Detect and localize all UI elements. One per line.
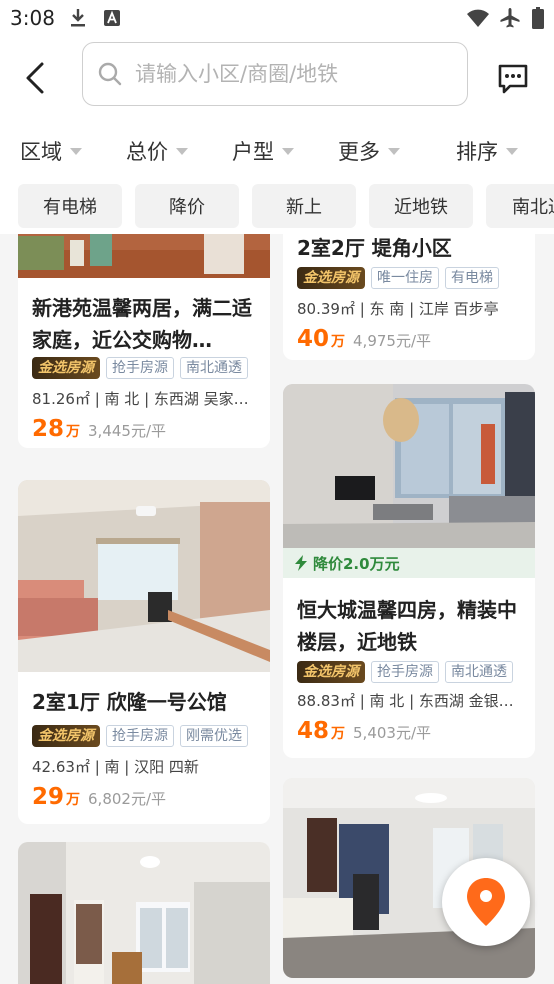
chat-icon [498, 64, 528, 94]
caret-down-icon [388, 147, 400, 155]
caret-down-icon [70, 147, 82, 155]
caret-down-icon [506, 147, 518, 155]
gold-badge: 金选房源 [297, 267, 365, 289]
listing-title: 恒大城温馨四房，精装中楼层，近地铁 [297, 598, 517, 654]
listing-card[interactable]: 2室2厅 堤角小区 金选房源 唯一住房 有电梯 80.39㎡ | 东 南 | 江… [283, 234, 535, 360]
search-bar[interactable] [82, 42, 468, 106]
listing-photo [18, 842, 270, 984]
listing-info: 88.83㎡ | 南 北 | 东西湖 金银… [297, 692, 514, 710]
search-input[interactable] [133, 61, 437, 87]
tag-north-south[interactable]: 南北通透 [486, 184, 554, 228]
listing-tag: 唯一住房 [371, 267, 439, 289]
listing-title: 2室2厅 堤角小区 [297, 236, 452, 260]
download-icon [68, 8, 88, 28]
tag-new[interactable]: 新上 [252, 184, 356, 228]
gold-badge: 金选房源 [297, 661, 365, 683]
filter-area[interactable]: 区域 [20, 136, 82, 166]
message-button[interactable] [496, 62, 530, 96]
filter-more[interactable]: 更多 [338, 136, 400, 166]
status-time: 3:08 [10, 6, 55, 30]
chevron-left-icon [26, 62, 44, 94]
caret-down-icon [282, 147, 294, 155]
listing-photo [18, 480, 270, 672]
filter-sort[interactable]: 排序 [456, 136, 518, 166]
gold-badge: 金选房源 [32, 725, 100, 747]
listing-photo [18, 234, 270, 278]
listing-info: 42.63㎡ | 南 | 汉阳 四新 [32, 758, 199, 776]
search-icon [98, 62, 122, 86]
listing-tag: 刚需优选 [180, 725, 248, 747]
listing-info: 81.26㎡ | 南 北 | 东西湖 吴家… [32, 390, 249, 408]
listing-title: 新港苑温馨两居，满二适家庭，近公交购物… [32, 296, 252, 352]
back-button[interactable] [18, 58, 54, 98]
status-bar: 3:08 [0, 0, 554, 36]
listing-tag: 南北通透 [445, 661, 513, 683]
tag-elevator[interactable]: 有电梯 [18, 184, 122, 228]
map-view-button[interactable] [442, 858, 530, 946]
unit-price: 5,403元/平 [353, 724, 432, 742]
listing-tag: 抢手房源 [106, 725, 174, 747]
listing-badges: 金选房源 抢手房源 南北通透 [297, 660, 513, 684]
listing-photo [283, 384, 535, 548]
price-cut-text: 降价2.0万元 [313, 554, 400, 573]
listing-info: 80.39㎡ | 东 南 | 江岸 百步亭 [297, 300, 499, 318]
listing-card[interactable]: 新港苑温馨两居，满二适家庭，近公交购物… 金选房源 抢手房源 南北通透 81.2… [18, 234, 270, 448]
airplane-icon [498, 8, 522, 28]
font-icon [102, 8, 122, 28]
listing-badges: 金选房源 抢手房源 刚需优选 [32, 724, 248, 748]
listing-card[interactable] [18, 842, 270, 984]
listing-tag: 抢手房源 [371, 661, 439, 683]
wifi-icon [466, 8, 490, 28]
listing-price: 28 万 3,445元/平 [32, 416, 167, 442]
tag-near-metro[interactable]: 近地铁 [369, 184, 473, 228]
filter-price[interactable]: 总价 [126, 136, 188, 166]
filter-bar: 区域 总价 户型 更多 排序 [0, 118, 554, 180]
listing-price: 48 万 5,403元/平 [297, 718, 432, 744]
lightning-icon [295, 555, 307, 571]
unit-price: 4,975元/平 [353, 332, 432, 350]
price-cut-banner: 降价2.0万元 [283, 548, 535, 578]
listing-tag: 南北通透 [180, 357, 248, 379]
gold-badge: 金选房源 [32, 357, 100, 379]
tag-price-cut[interactable]: 降价 [135, 184, 239, 228]
caret-down-icon [176, 147, 188, 155]
listing-price: 40 万 4,975元/平 [297, 326, 432, 352]
listing-tag: 抢手房源 [106, 357, 174, 379]
quick-tag-row: 有电梯 降价 新上 近地铁 南北通透 [0, 180, 554, 234]
listing-badges: 金选房源 抢手房源 南北通透 [32, 356, 248, 380]
listing-card[interactable]: 2室1厅 欣隆一号公馆 金选房源 抢手房源 刚需优选 42.63㎡ | 南 | … [18, 480, 270, 824]
unit-price: 3,445元/平 [88, 422, 167, 440]
listing-badges: 金选房源 唯一住房 有电梯 [297, 266, 499, 290]
listing-card[interactable]: 降价2.0万元 恒大城温馨四房，精装中楼层，近地铁 金选房源 抢手房源 南北通透… [283, 384, 535, 758]
filter-layout[interactable]: 户型 [232, 136, 294, 166]
unit-price: 6,802元/平 [88, 790, 167, 808]
listing-price: 29 万 6,802元/平 [32, 784, 167, 810]
listing-tag: 有电梯 [445, 267, 499, 289]
map-pin-icon [467, 878, 505, 926]
listing-title: 2室1厅 欣隆一号公馆 [32, 690, 227, 714]
search-header [0, 36, 554, 118]
battery-icon [530, 7, 546, 29]
